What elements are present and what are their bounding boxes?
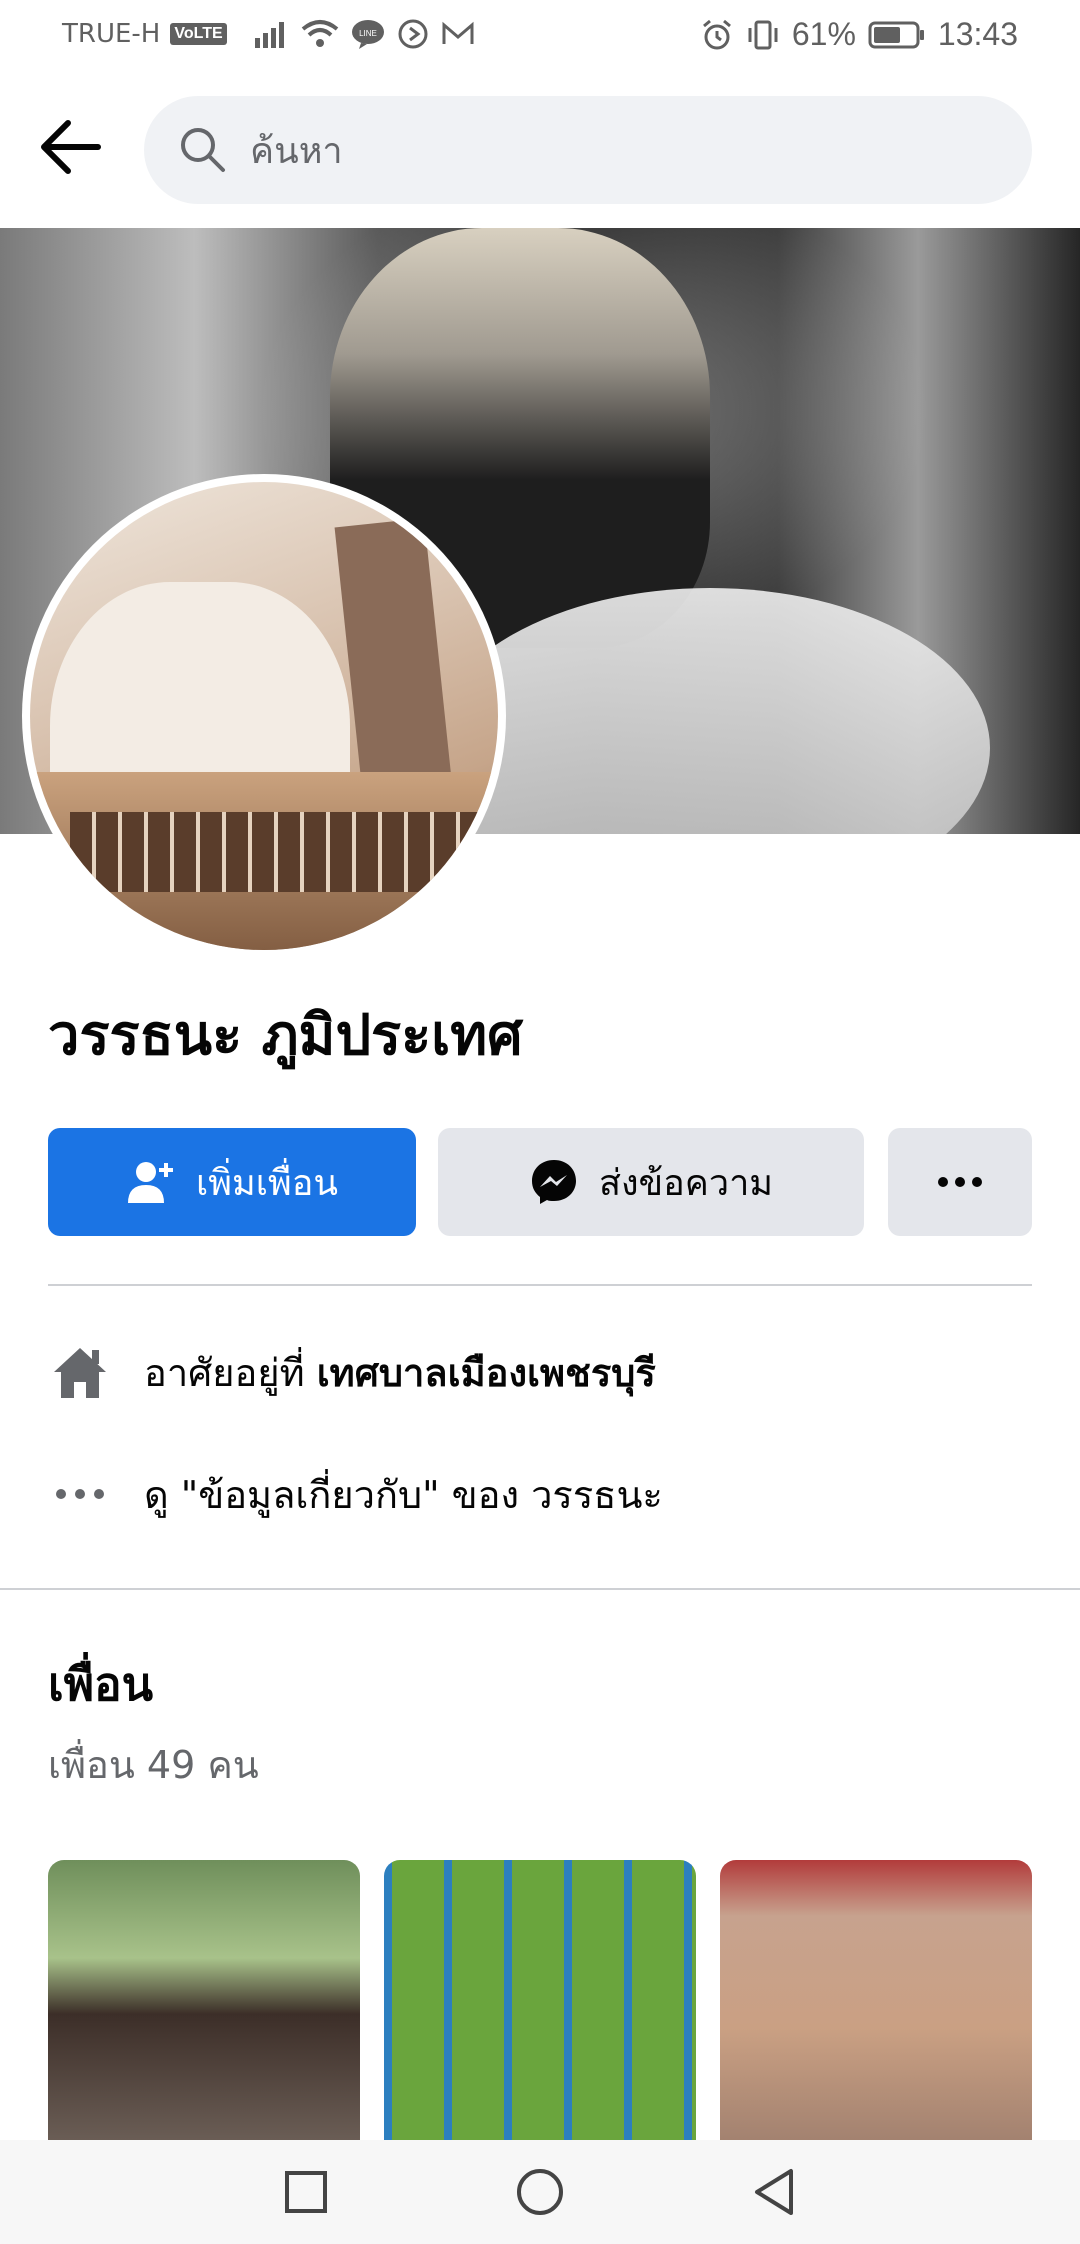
friends-count: เพื่อน 49 คน	[48, 1743, 259, 1787]
status-bar: TRUE-H VoLTE LINE 61% 13:43	[0, 0, 1080, 72]
circle-icon	[517, 2169, 563, 2215]
more-icon-wrap	[48, 1462, 112, 1526]
search-placeholder: ค้นหา	[250, 130, 343, 172]
clock: 13:43	[937, 16, 1018, 52]
section-divider	[0, 1588, 1080, 1590]
top-bar: ค้นหา	[0, 72, 1080, 228]
triangle-back-icon	[755, 2169, 793, 2215]
about-link: ดู "ข้อมูลเกี่ยวกับ" ของ วรรธนะ	[144, 1472, 663, 1517]
arrow-left-icon	[41, 120, 101, 174]
line-app-icon: LINE	[351, 20, 384, 49]
more-dots-icon	[938, 1177, 982, 1187]
more-dots-icon	[56, 1489, 104, 1499]
lives-in-place[interactable]: เทศบาลเมืองเพชรบุรี	[317, 1342, 656, 1403]
more-options-button[interactable]	[888, 1128, 1032, 1236]
battery-icon	[868, 21, 924, 48]
messenger-icon	[531, 1160, 576, 1204]
add-friend-label: เพิ่มเพื่อน	[195, 1162, 339, 1204]
profile-name: วรรธนะ ภูมิประเทศ	[48, 1003, 523, 1068]
back-button[interactable]	[36, 112, 106, 182]
back-nav-button[interactable]	[742, 2160, 806, 2224]
status-left: TRUE-H VoLTE LINE	[62, 18, 475, 50]
battery-percent: 61%	[791, 16, 856, 52]
message-button[interactable]: ส่งข้อความ	[438, 1128, 864, 1236]
carrier-label: TRUE-H	[62, 19, 161, 49]
square-icon	[285, 2171, 327, 2213]
home-button[interactable]	[508, 2160, 572, 2224]
divider	[48, 1284, 1032, 1286]
add-user-icon	[127, 1162, 173, 1203]
message-label: ส่งข้อความ	[598, 1162, 774, 1204]
profile-avatar[interactable]	[22, 474, 506, 958]
add-friend-button[interactable]: เพิ่มเพื่อน	[48, 1128, 416, 1236]
friend-tile[interactable]	[384, 1860, 696, 2140]
alarm-icon	[702, 19, 731, 49]
friends-heading: เพื่อน	[48, 1657, 154, 1711]
lives-in-prefix: อาศัยอยู่ที่	[144, 1350, 305, 1395]
avatar-image	[30, 482, 498, 950]
lives-in-row: อาศัยอยู่ที่ เทศบาลเมืองเพชรบุรี	[48, 1340, 656, 1404]
avatar-frets	[70, 812, 498, 892]
friend-tile[interactable]	[48, 1860, 360, 2140]
recents-button[interactable]	[274, 2160, 338, 2224]
signal-icon	[254, 22, 284, 48]
wifi-icon	[301, 20, 338, 47]
search-icon	[181, 128, 225, 172]
mail-icon	[442, 21, 474, 44]
friend-tile[interactable]	[720, 1860, 1032, 2140]
home-icon	[54, 1348, 106, 1398]
play-circle-icon	[398, 19, 428, 49]
search-bar[interactable]: ค้นหา	[144, 96, 1032, 204]
volte-badge: VoLTE	[170, 23, 227, 45]
vibrate-icon	[748, 20, 778, 49]
home-icon-wrap	[48, 1340, 112, 1404]
svg-text:LINE: LINE	[359, 29, 377, 38]
about-row[interactable]: ดู "ข้อมูลเกี่ยวกับ" ของ วรรธนะ	[48, 1462, 663, 1526]
status-right: 61% 13:43	[700, 16, 1018, 53]
system-nav-bar	[0, 2140, 1080, 2244]
